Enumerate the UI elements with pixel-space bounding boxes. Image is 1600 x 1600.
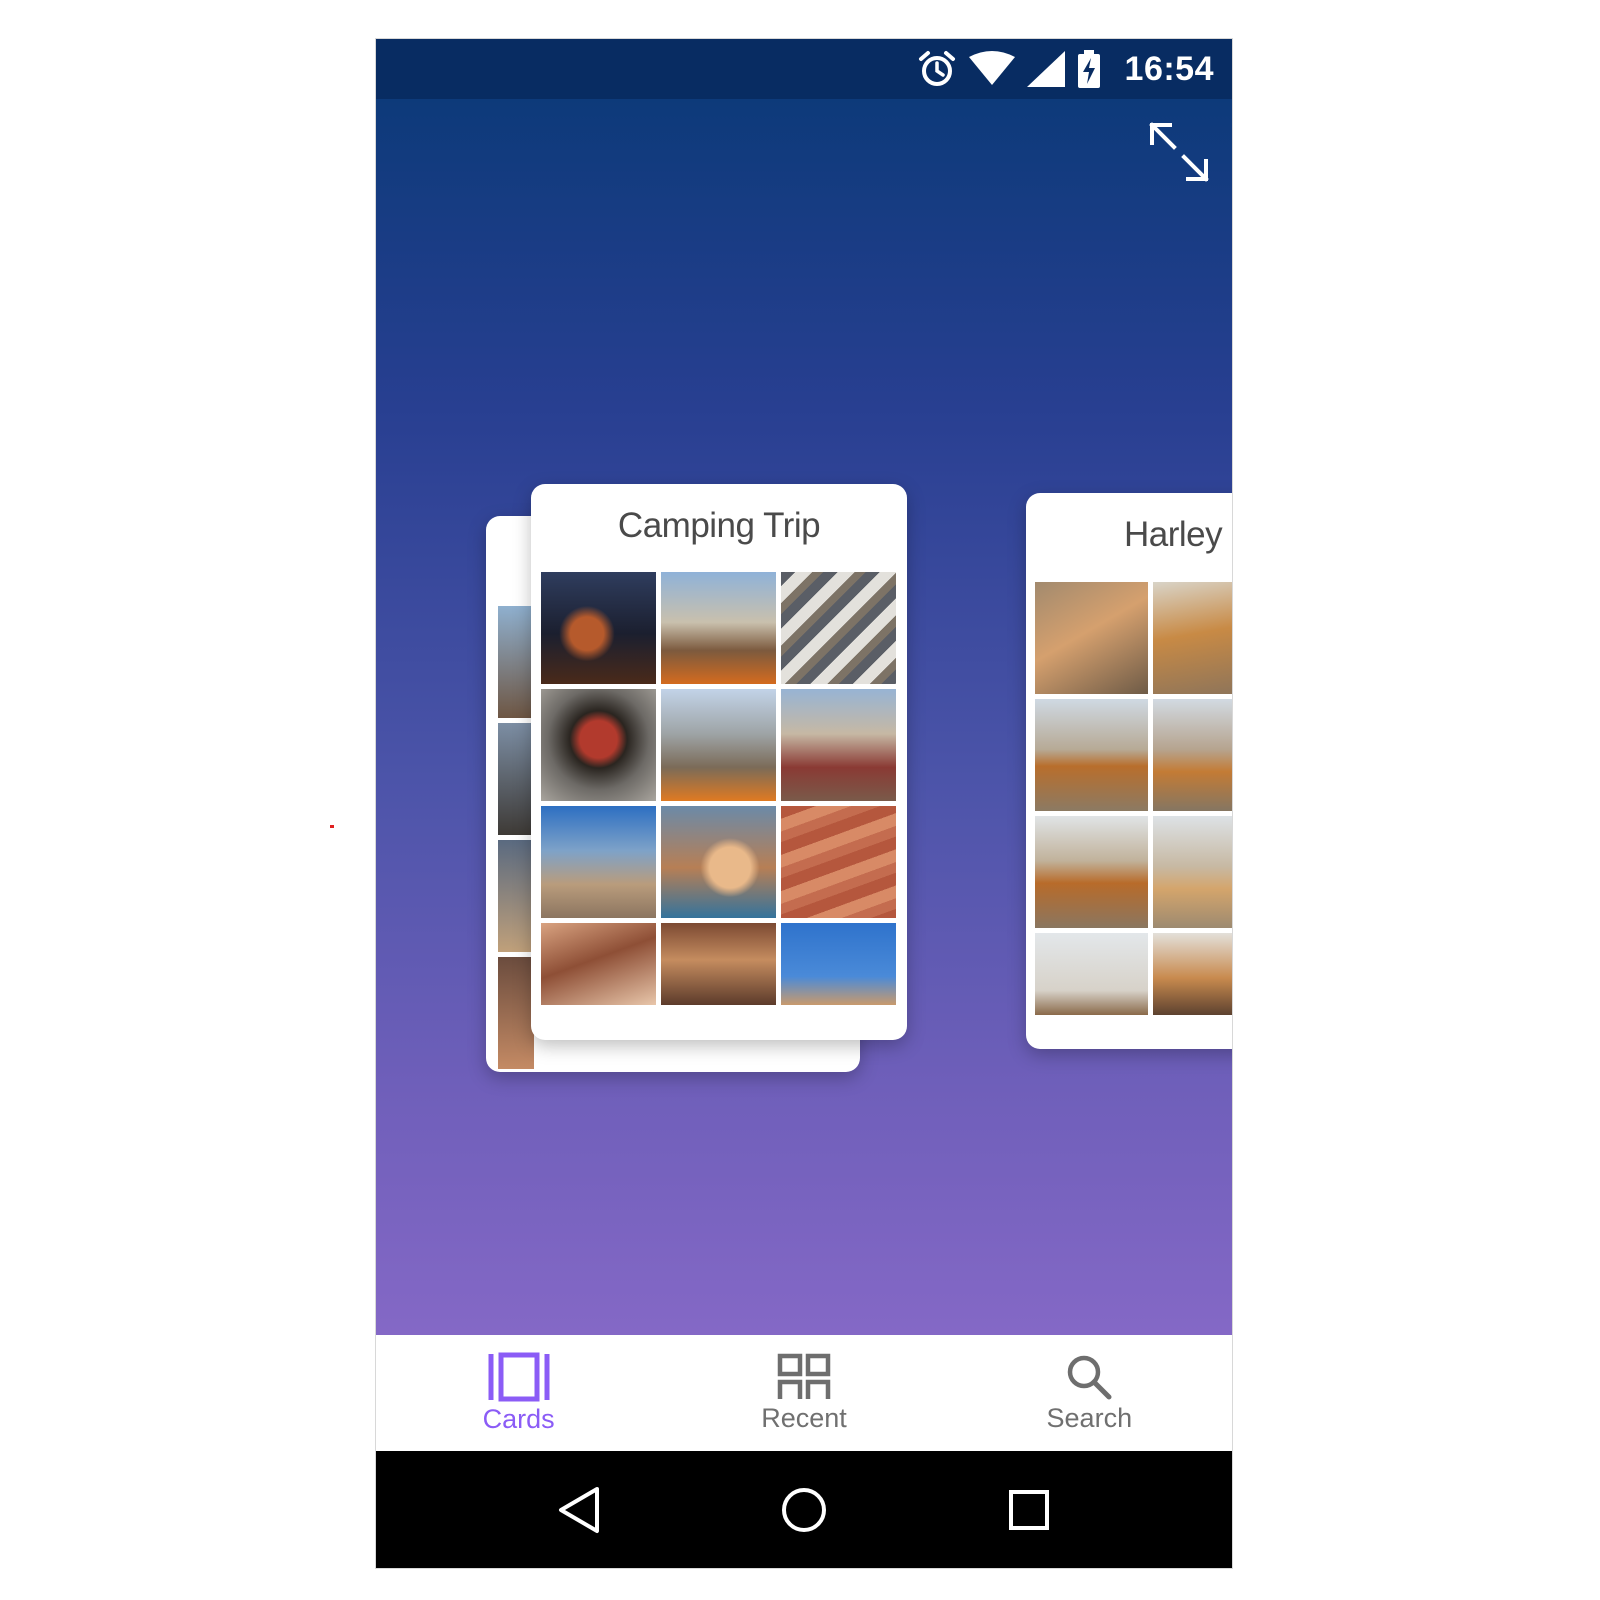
photo-thumbnail	[498, 606, 534, 718]
photo-thumbnail[interactable]	[1153, 816, 1232, 928]
photo-thumbnail	[498, 957, 534, 1069]
photo-thumbnail[interactable]	[661, 806, 776, 918]
photo-thumbnail[interactable]	[541, 689, 656, 801]
photo-thumbnail[interactable]	[1035, 933, 1148, 1015]
photo-thumbnail[interactable]	[1035, 699, 1148, 811]
bottom-navigation: Cards Recent Search	[376, 1335, 1232, 1451]
phone-screen: 16:54 Camping Trip Harley Cards Recent S…	[376, 39, 1232, 1568]
recent-grid-icon	[777, 1353, 831, 1399]
expand-icon[interactable]	[1148, 121, 1210, 183]
photo-thumbnail[interactable]	[661, 923, 776, 1005]
album-title: Camping Trip	[617, 506, 821, 545]
photo-thumbnail[interactable]	[1153, 582, 1232, 694]
photo-thumbnail[interactable]	[1153, 699, 1232, 811]
home-icon[interactable]	[764, 1470, 844, 1550]
status-bar: 16:54	[376, 39, 1232, 99]
nav-label: Search	[1046, 1403, 1133, 1433]
cell-signal-icon	[1026, 51, 1065, 87]
wifi-icon	[968, 51, 1015, 87]
album-photo-grid	[1035, 582, 1232, 1045]
battery-charging-icon	[1077, 50, 1101, 88]
photo-thumbnail[interactable]	[781, 806, 896, 918]
photo-thumbnail[interactable]	[541, 806, 656, 918]
album-card-harley[interactable]: Harley c	[1026, 493, 1232, 1049]
cards-icon	[488, 1352, 550, 1402]
photo-thumbnail[interactable]	[1035, 816, 1148, 928]
photo-thumbnail[interactable]	[1153, 933, 1232, 1015]
photo-thumbnail	[498, 723, 534, 835]
photo-thumbnail[interactable]	[781, 923, 896, 1005]
stacked-card-photo-strip	[498, 606, 534, 1069]
photo-thumbnail[interactable]	[781, 572, 896, 684]
system-navigation-bar	[376, 1451, 1232, 1568]
clock: 16:54	[1124, 49, 1214, 88]
photo-thumbnail[interactable]	[541, 572, 656, 684]
photo-thumbnail[interactable]	[661, 689, 776, 801]
back-icon[interactable]	[539, 1470, 619, 1550]
photo-thumbnail[interactable]	[1035, 582, 1148, 694]
cards-carousel[interactable]: Camping Trip Harley c	[376, 99, 1232, 1335]
nav-label: Cards	[482, 1404, 555, 1434]
photo-thumbnail[interactable]	[781, 689, 896, 801]
nav-search-tab[interactable]: Search	[989, 1335, 1189, 1451]
nav-recent-tab[interactable]: Recent	[704, 1335, 904, 1451]
photo-thumbnail	[498, 840, 534, 952]
stray-marker	[330, 825, 334, 828]
photo-thumbnail[interactable]	[661, 572, 776, 684]
overview-icon[interactable]	[989, 1470, 1069, 1550]
photo-thumbnail[interactable]	[541, 923, 656, 1005]
album-photo-grid	[541, 572, 896, 1035]
alarm-icon	[917, 49, 957, 89]
album-card-camping-trip[interactable]: Camping Trip	[531, 484, 907, 1040]
album-title: Harley c	[1124, 515, 1232, 554]
nav-cards-tab[interactable]: Cards	[419, 1335, 619, 1451]
nav-label: Recent	[761, 1403, 847, 1433]
search-icon	[1068, 1355, 1112, 1400]
